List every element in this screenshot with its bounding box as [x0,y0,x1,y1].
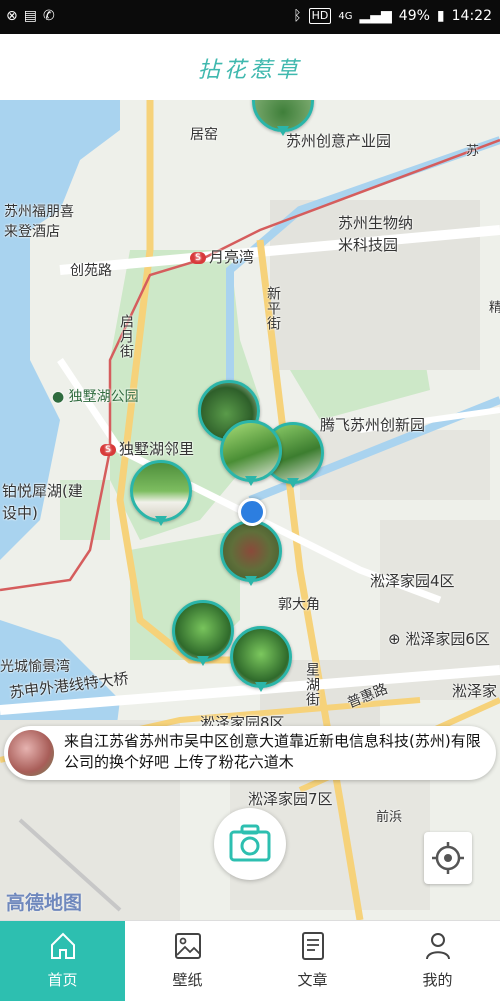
network-type: 4G [338,10,353,22]
crosshair-icon [432,842,464,874]
pin-tip [155,516,167,526]
plant-photo [220,520,282,582]
map-watermark: 高德地图 [6,892,83,914]
camera-button[interactable] [214,808,286,880]
pin-tip [255,682,267,692]
image-icon [174,933,201,959]
notification-icon: ▤ [23,8,37,24]
plant-pin[interactable] [172,600,234,670]
app-title: 拈花惹草 [197,58,302,83]
tab-label: 首页 [47,971,78,989]
map-view[interactable]: 居窑 苏州创意产业园 苏 苏州福朋喜 来登酒店 苏州生物纳 米科技园 S 月亮湾 … [0,100,500,920]
pin-tip [277,126,289,136]
bluetooth-icon: ᛒ [293,8,302,24]
map-label: 光城愉景湾 [0,659,70,675]
current-location-dot [238,498,266,526]
home-icon [50,932,75,959]
plant-photo [172,600,234,662]
status-right: ᛒ HD 4G ▂▄▆ 49% ▮ 14:22 [293,6,492,26]
notice-text: 来自江苏省苏州市吴中区创意大道靠近新电信息科技(苏州)有限公司的换个好吧 上传了… [64,732,481,771]
map-label: 苏州福朋喜 来登酒店 [4,204,74,240]
map-label: 启月街 [118,314,134,359]
map-label-park: ● 独墅湖公园 [52,389,139,405]
locate-button[interactable] [424,832,472,884]
camera-icon [229,824,271,862]
app-bar: 拈花惹草 [0,34,500,101]
tab-label: 我的 [422,971,453,989]
map-label: 创苑路 [70,263,112,279]
plant-photo [130,460,192,522]
map-label: ⊕ 淞泽家园6区 [388,630,490,648]
station-name: 月亮湾 [209,248,255,266]
bottom-tab-bar: 首页 壁纸 文章 我的 [0,920,500,1001]
plant-pin[interactable] [230,626,292,696]
plant-pin[interactable] [220,420,282,490]
tab-profile[interactable]: 我的 [375,921,500,1001]
map-label: 新平街 [265,286,281,331]
map-label: 前浜 [376,810,403,825]
signal-icon: ▂▄▆ [359,8,392,24]
tab-wallpaper[interactable]: 壁纸 [125,921,250,1001]
pin-tip [287,478,299,488]
hd-badge: HD [308,8,332,24]
clock: 14:22 [451,8,492,24]
pin-tip [197,656,209,666]
plant-photo [220,420,282,482]
plant-pin[interactable] [252,100,314,140]
tab-label: 文章 [297,971,328,989]
tab-home[interactable]: 首页 [0,921,125,1001]
upload-notice[interactable]: 来自江苏省苏州市吴中区创意大道靠近新电信息科技(苏州)有限公司的换个好吧 上传了… [4,726,496,780]
plant-photo [230,626,292,688]
plant-pin[interactable] [220,520,282,590]
station-name: 独墅湖邻里 [119,440,195,458]
map-label-station: S 独墅湖邻里 [100,438,194,459]
map-label: 居窑 [190,127,218,143]
map-label: 淞泽家园7区 [248,790,333,808]
tab-articles[interactable]: 文章 [250,921,375,1001]
map-label: 铂悦犀湖(建 设中) [2,482,83,522]
map-label: 淞泽家 [452,682,498,700]
no-disturb-icon: ⊗ [6,8,18,24]
pin-tip [245,576,257,586]
map-label: 苏 [466,144,480,159]
park-name: 独墅湖公园 [68,389,139,405]
map-label: 精 [486,300,500,314]
map-label: 星湖街 [304,662,320,707]
profile-icon [425,933,450,960]
status-left: ⊗ ▤ ✆ [6,6,55,26]
map-label: 淞泽家园4区 [370,572,455,590]
pin-tip [245,476,257,486]
map-label-station: S 月亮湾 [190,246,254,267]
map-label: 郭大角 [278,597,320,613]
battery-percent: 49% [398,8,430,24]
map-label: 苏州生物纳 米科技园 [338,214,414,254]
plant-pin[interactable] [130,460,192,530]
tab-label: 壁纸 [172,971,203,989]
place-name: 淞泽家园6区 [405,630,490,648]
article-icon [301,932,324,960]
battery-icon: ▮ [436,8,445,24]
map-label: 腾飞苏州创新园 [320,416,426,434]
uploader-avatar [8,730,54,776]
status-bar: ⊗ ▤ ✆ ᛒ HD 4G ▂▄▆ 49% ▮ 14:22 [0,0,500,34]
call-icon: ✆ [42,8,55,24]
